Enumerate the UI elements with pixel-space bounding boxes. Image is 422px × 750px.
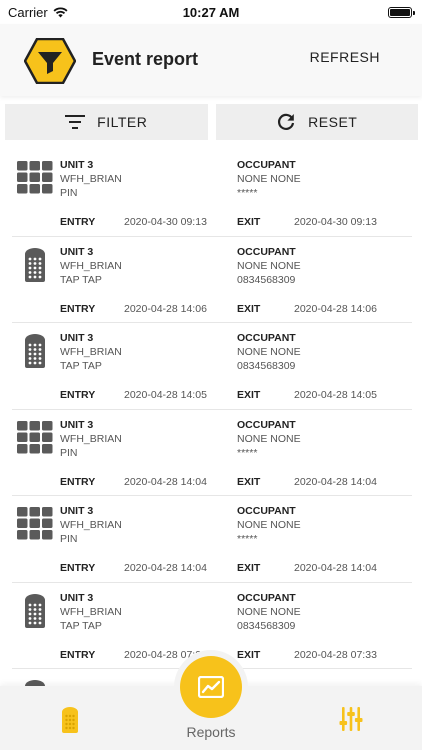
exit-label: EXIT: [237, 216, 261, 228]
keypad-icon: [16, 158, 54, 196]
unit-label: UNIT 3: [60, 159, 94, 171]
user-value: WFH_BRIAN: [60, 519, 122, 531]
entry-label: ENTRY: [60, 302, 96, 315]
entry-time: 2020-04-28 14:06: [124, 302, 207, 315]
remote-icon: [16, 245, 54, 283]
credential-value: 0834568309: [237, 273, 296, 286]
exit-time: 2020-04-28 14:05: [294, 389, 377, 401]
method-value: TAP TAP: [60, 273, 102, 286]
user-value: WFH_BRIAN: [60, 346, 122, 358]
exit-label: EXIT: [237, 389, 261, 401]
occupant-label: OCCUPANT: [237, 159, 296, 171]
unit-label: UNIT 3: [60, 591, 94, 604]
remote-icon: [16, 331, 54, 369]
unit-label: UNIT 3: [60, 505, 94, 517]
event-row[interactable]: UNIT 3 WFH_BRIAN TAP TAP OCCUPANT NONE N…: [12, 237, 412, 323]
exit-label: EXIT: [237, 562, 261, 574]
occupant-label: OCCUPANT: [237, 591, 296, 604]
occupant-label: OCCUPANT: [237, 332, 296, 344]
remote-icon: [16, 591, 54, 629]
entry-label: ENTRY: [60, 562, 96, 574]
status-bar: Carrier 10:27 AM: [0, 0, 422, 24]
occupant-label: OCCUPANT: [237, 245, 296, 258]
event-list[interactable]: UNIT 3 WFH_BRIAN PIN OCCUPANT NONE NONE …: [0, 150, 422, 686]
exit-label: EXIT: [237, 648, 261, 661]
method-value: PIN: [60, 533, 78, 545]
occupant-value: NONE NONE: [237, 173, 301, 185]
page-title: Event report: [92, 49, 199, 69]
user-value: WFH_BRIAN: [60, 605, 122, 618]
event-row[interactable]: UNIT 3 WFH_BRIAN TAP TAP OCCUPANT NONE N…: [12, 323, 412, 410]
remote-icon: [16, 677, 54, 686]
exit-label: EXIT: [237, 475, 261, 488]
method-value: PIN: [60, 187, 78, 199]
entry-time: 2020-04-30 09:13: [124, 216, 207, 228]
settings-sliders-icon[interactable]: [339, 705, 363, 733]
reset-arrow-icon: [278, 113, 295, 130]
wifi-icon: [53, 6, 68, 17]
user-value: WFH_BRIAN: [60, 432, 122, 445]
app-header: Event report REFRESH: [0, 24, 422, 96]
occupant-value: NONE NONE: [237, 519, 301, 531]
occupant-value: NONE NONE: [237, 432, 301, 445]
unit-label: UNIT 3: [60, 245, 94, 258]
event-row[interactable]: UNIT 3 WFH_BRIAN PIN OCCUPANT NONE NONE …: [12, 496, 412, 583]
method-value: TAP TAP: [60, 619, 102, 632]
entry-time: 2020-04-28 07:33: [124, 648, 207, 661]
entry-time: 2020-04-28 14:04: [124, 562, 207, 574]
reports-button[interactable]: [180, 656, 242, 718]
credential-value: *****: [237, 187, 258, 199]
occupant-value: NONE NONE: [237, 346, 301, 358]
carrier-label: Carrier: [8, 4, 48, 20]
event-row[interactable]: UNIT 3 WFH_BRIAN PIN OCCUPANT NONE NONE …: [12, 150, 412, 237]
credential-value: 0834568309: [237, 360, 296, 372]
exit-time: 2020-04-28 14:06: [294, 302, 377, 315]
filter-button[interactable]: FILTER: [5, 104, 208, 140]
exit-time: 2020-04-28 14:04: [294, 475, 377, 488]
user-value: WFH_BRIAN: [60, 259, 122, 272]
occupant-value: NONE NONE: [237, 259, 301, 272]
occupant-label: OCCUPANT: [237, 418, 296, 431]
entry-label: ENTRY: [60, 648, 96, 661]
exit-time: 2020-04-28 07:33: [294, 648, 377, 661]
entry-time: 2020-04-28 14:05: [124, 389, 207, 401]
entry-label: ENTRY: [60, 216, 96, 228]
credential-value: 0834568309: [237, 619, 296, 632]
filter-label: FILTER: [97, 114, 148, 130]
keypad-icon: [16, 418, 54, 456]
unit-label: UNIT 3: [60, 418, 94, 431]
action-bar: FILTER RESET: [5, 104, 418, 140]
entry-time: 2020-04-28 14:04: [124, 475, 207, 488]
reset-button[interactable]: RESET: [215, 104, 418, 140]
exit-label: EXIT: [237, 302, 261, 315]
method-value: TAP TAP: [60, 360, 102, 372]
user-value: WFH_BRIAN: [60, 173, 122, 185]
event-row[interactable]: UNIT 3 WFH_BRIAN PIN OCCUPANT NONE NONE …: [12, 410, 412, 496]
remote-tab-icon[interactable]: [58, 706, 82, 734]
credential-value: *****: [237, 446, 258, 459]
filter-lines-icon: [65, 115, 86, 129]
unit-label: UNIT 3: [60, 332, 94, 344]
refresh-button[interactable]: REFRESH: [310, 49, 380, 65]
battery-icon: [388, 6, 415, 18]
reports-chart-icon: [198, 676, 224, 698]
credential-value: *****: [237, 533, 258, 545]
reset-label: RESET: [308, 114, 358, 130]
entry-label: ENTRY: [60, 389, 96, 401]
entry-label: ENTRY: [60, 475, 96, 488]
reports-tab-label[interactable]: Reports: [150, 724, 272, 740]
exit-time: 2020-04-30 09:13: [294, 216, 377, 228]
keypad-icon: [16, 504, 54, 542]
method-value: PIN: [60, 446, 78, 459]
occupant-value: NONE NONE: [237, 605, 301, 618]
brand-filter-logo-icon: [24, 38, 76, 84]
exit-time: 2020-04-28 14:04: [294, 562, 377, 574]
occupant-label: OCCUPANT: [237, 505, 296, 517]
